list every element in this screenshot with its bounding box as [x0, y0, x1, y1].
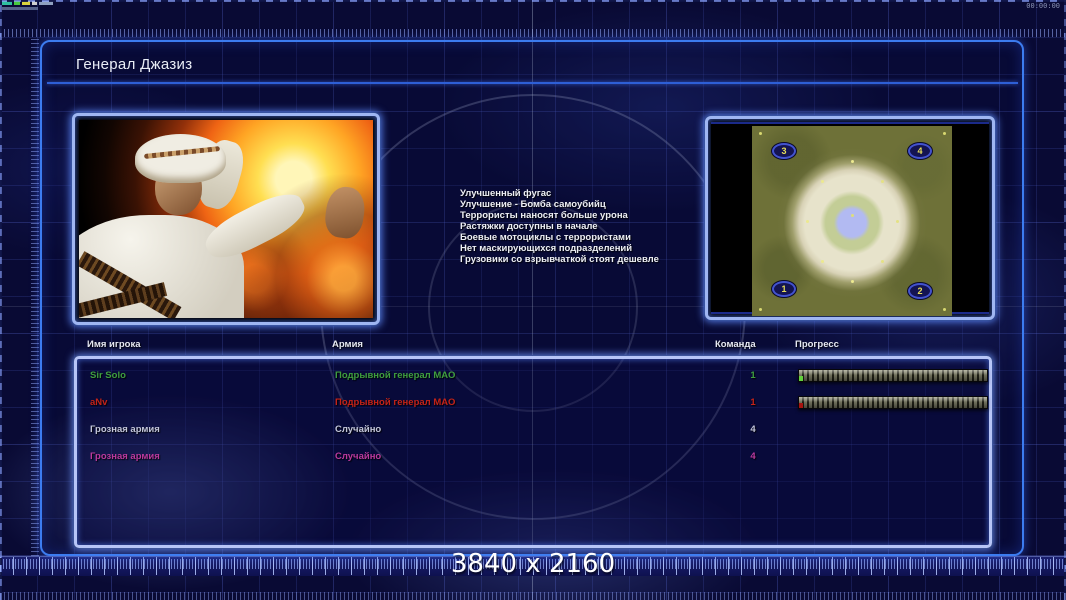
player-army: Подрывной генерал МАО — [335, 397, 456, 408]
figure-headdress — [134, 133, 226, 184]
bonus-line: Улучшенный фугас — [460, 188, 552, 199]
general-title: Генерал Джазиз — [76, 56, 193, 73]
title-divider — [47, 82, 1018, 84]
loading-screen: 00:00:00 Генерал Джазиз Улучшенный фугас… — [0, 0, 1066, 600]
header-player-name: Имя игрока — [87, 339, 141, 350]
player-army: Случайно — [335, 424, 382, 435]
minimap-letterbox: 3 4 1 2 — [711, 122, 989, 316]
player-name: Грозная армия — [90, 424, 160, 435]
player-team: 1 — [750, 370, 756, 381]
ruler-bottom — [0, 592, 1066, 600]
main-panel: Генерал Джазиз Улучшенный фугас Улучшение… — [40, 40, 1024, 556]
minimap-frame: 3 4 1 2 — [705, 116, 995, 320]
bonus-line: Растяжки доступны в начале — [460, 221, 598, 232]
general-portrait-frame — [72, 113, 380, 325]
header-team: Команда — [715, 339, 756, 350]
debug-overlay — [2, 1, 72, 10]
map-start-marker: 4 — [908, 142, 932, 159]
edge-ticks-top — [0, 0, 1066, 2]
header-progress: Прогресс — [795, 339, 839, 350]
general-portrait-image — [79, 120, 373, 318]
bonus-line: Террористы наносят больше урона — [460, 210, 628, 221]
player-name: Sir Solo — [90, 370, 126, 381]
progress-bar — [798, 396, 988, 409]
progress-bar-fill — [799, 376, 803, 381]
player-row: Грозная армия Случайно 4 — [77, 418, 989, 445]
header-army: Армия — [332, 339, 363, 350]
player-team: 4 — [750, 451, 756, 462]
resolution-label: 3840 x 2160 — [450, 549, 616, 579]
edge-ticks-left — [0, 0, 2, 600]
map-preview: 3 4 1 2 — [752, 126, 952, 316]
player-row: aNv Подрывной генерал МАО 1 — [77, 391, 989, 418]
progress-bar-fill — [799, 403, 803, 408]
player-team: 4 — [750, 424, 756, 435]
bonus-line: Улучшение - Бомба самоубийц — [460, 199, 606, 210]
match-timer: 00:00:00 — [1026, 2, 1060, 10]
player-army: Случайно — [335, 451, 382, 462]
map-start-marker: 3 — [772, 142, 796, 159]
bonus-line: Нет маскирующихся подразделений — [460, 243, 633, 254]
figure-hand — [322, 184, 368, 242]
bonus-line: Боевые мотоциклы с террористами — [460, 232, 631, 243]
player-name: Грозная армия — [90, 451, 160, 462]
ruler-left — [31, 37, 39, 556]
map-supply-dots — [851, 160, 854, 163]
ruler-top — [0, 29, 1066, 37]
player-name: aNv — [90, 397, 108, 408]
player-row: Грозная армия Случайно 4 — [77, 445, 989, 472]
player-list: Sir Solo Подрывной генерал МАО 1 aNv Подрывн… — [74, 356, 992, 548]
bonus-line: Грузовики со взрывчаткой стоят дешевле — [460, 254, 659, 265]
progress-bar — [798, 369, 988, 382]
bonus-list: Улучшенный фугас Улучшение - Бомба самоуб… — [460, 188, 710, 265]
player-team: 1 — [750, 397, 756, 408]
map-start-marker: 2 — [908, 283, 932, 300]
map-start-marker: 1 — [772, 281, 796, 298]
debug-line-2 — [2, 7, 38, 10]
player-army: Подрывной генерал МАО — [335, 370, 456, 381]
player-row: Sir Solo Подрывной генерал МАО 1 — [77, 364, 989, 391]
